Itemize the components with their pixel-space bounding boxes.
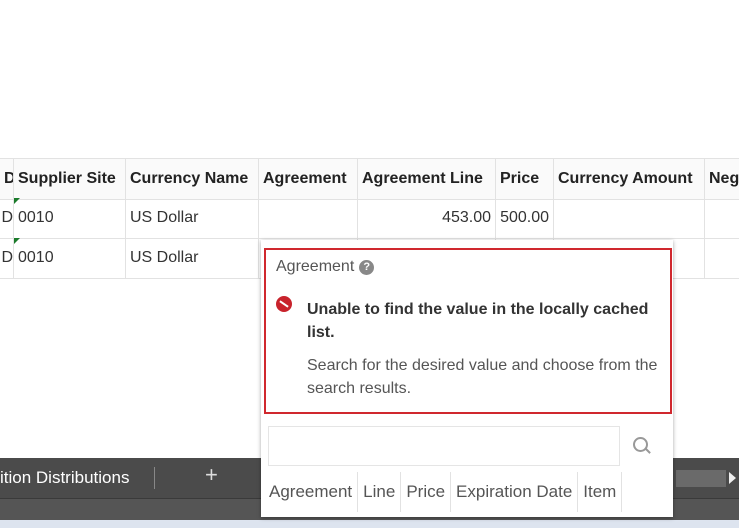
col-header-price[interactable]: Price (496, 159, 554, 199)
cell-supplier-site[interactable]: 0010 (14, 238, 126, 278)
cell-currency-amount[interactable] (554, 198, 705, 238)
table-row[interactable]: D 0010 US Dollar 453.00 500.00 (0, 198, 739, 239)
lov-col-line[interactable]: Line (358, 472, 402, 512)
col-header-neg[interactable]: Neg (705, 159, 739, 199)
cell-agreement[interactable] (259, 198, 358, 238)
help-icon[interactable]: ? (359, 260, 375, 275)
scroll-right-icon[interactable] (729, 472, 736, 484)
add-sheet-button[interactable]: + (205, 462, 218, 488)
cell-currency-name[interactable]: US Dollar (126, 198, 259, 238)
cell-price[interactable]: 500.00 (496, 198, 554, 238)
cell-supplier-site[interactable]: 0010 (14, 198, 126, 238)
col-header-agreement[interactable]: Agreement (259, 159, 358, 199)
cell-agreement-line[interactable]: 453.00 (358, 198, 496, 238)
col-header-currency-amount[interactable]: Currency Amount (554, 159, 705, 199)
lov-col-agreement[interactable]: Agreement (264, 472, 359, 512)
search-icon[interactable] (633, 437, 648, 452)
cell-neg[interactable] (705, 238, 739, 278)
header-row: D Supplier Site Currency Name Agreement … (0, 158, 739, 200)
error-body: Search for the desired value and choose … (307, 357, 658, 397)
tab-scrollbar[interactable] (676, 470, 726, 487)
col-header-supplier-site[interactable]: Supplier Site (14, 159, 126, 199)
col-header-partial[interactable]: D (0, 159, 14, 199)
col-header-currency-name[interactable]: Currency Name (126, 159, 259, 199)
cell-neg[interactable] (705, 198, 739, 238)
tab-divider (154, 467, 155, 489)
field-label: Agreement (276, 258, 355, 275)
error-icon (276, 296, 292, 312)
error-title: Unable to find the value in the locally … (307, 301, 649, 341)
lov-search-input[interactable] (268, 426, 620, 466)
lov-col-price[interactable]: Price (401, 472, 452, 512)
bottom-strip (0, 520, 739, 528)
cell-partial: D (0, 198, 14, 238)
cell-currency-name[interactable]: US Dollar (126, 238, 259, 278)
lov-column-headers: Agreement Line Price Expiration Date Ite… (264, 472, 623, 512)
lov-col-expiration-date[interactable]: Expiration Date (451, 472, 579, 512)
lov-col-item[interactable]: Item (578, 472, 623, 512)
error-message-box: Agreement? Unable to find the value in t… (264, 248, 672, 414)
cell-partial: D (0, 238, 14, 278)
col-header-agreement-line[interactable]: Agreement Line (358, 159, 496, 199)
sheet-tab-distributions[interactable]: ition Distributions (0, 468, 129, 488)
